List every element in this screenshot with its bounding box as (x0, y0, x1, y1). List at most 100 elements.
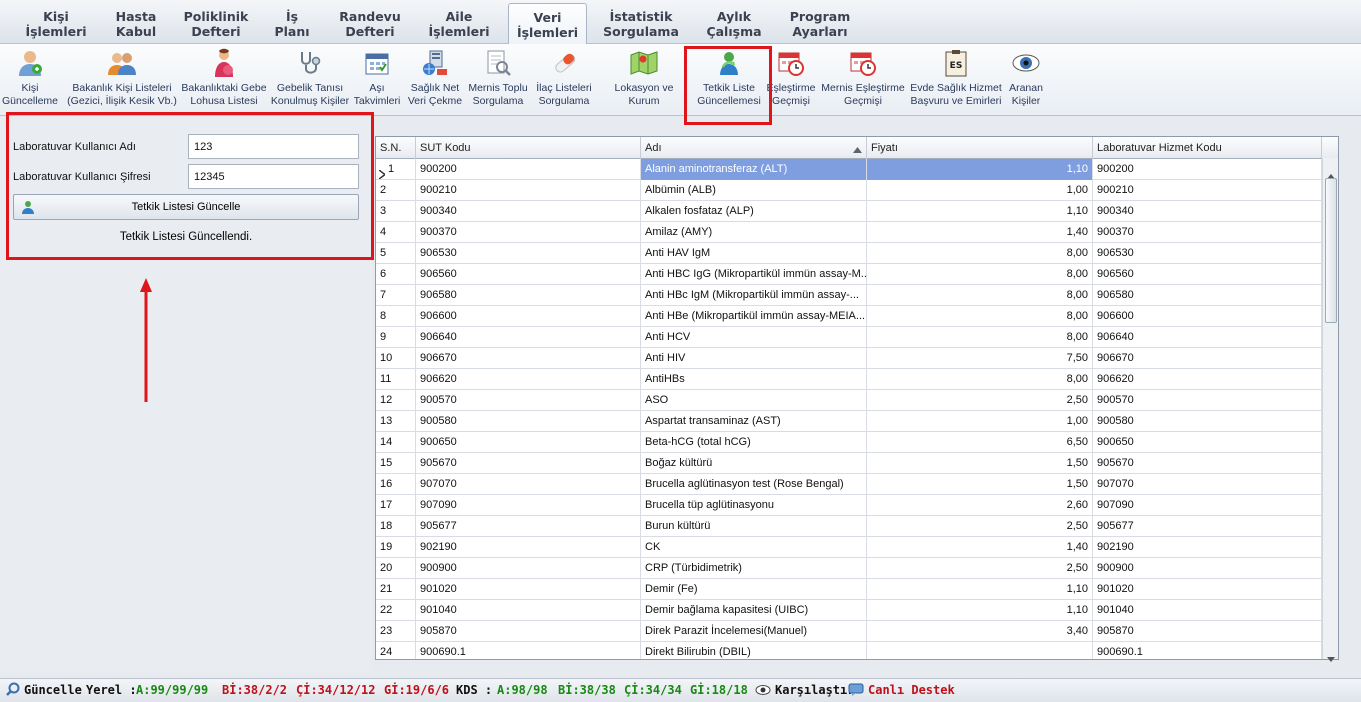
cell-lab-hizmet-kodu[interactable]: 901020 (1093, 579, 1322, 600)
saglik-net-veri-cekme-button[interactable]: Sağlık Net Veri Çekme (406, 48, 464, 108)
cell-sn[interactable]: 17 (376, 495, 416, 516)
table-row[interactable]: 4 900370 Amilaz (AMY) 1,40 900370 (376, 222, 1322, 243)
cell-fiyati[interactable]: 7,50 (867, 348, 1093, 369)
cell-fiyati[interactable]: 8,00 (867, 306, 1093, 327)
cell-adi[interactable]: Brucella aglütinasyon test (Rose Bengal) (641, 474, 867, 495)
table-row[interactable]: 24 900690.1 Direkt Bilirubin (DBIL) 900690.… (376, 642, 1322, 659)
cell-adi[interactable]: Beta-hCG (total hCG) (641, 432, 867, 453)
cell-sut-kodu[interactable]: 900370 (416, 222, 641, 243)
cell-adi[interactable]: Burun kültürü (641, 516, 867, 537)
table-row[interactable]: 19 902190 CK 1,40 902190 (376, 537, 1322, 558)
tab-is-plani[interactable]: İş Planı (262, 3, 322, 44)
cell-lab-hizmet-kodu[interactable]: 907090 (1093, 495, 1322, 516)
column-header-lab-hizmet-kodu[interactable]: Laboratuvar Hizmet Kodu (1093, 137, 1322, 159)
cell-adi[interactable]: Aspartat transaminaz (AST) (641, 411, 867, 432)
cell-fiyati[interactable]: 2,50 (867, 390, 1093, 411)
kisi-guncelleme-button[interactable]: Kişi Güncelleme (2, 48, 58, 108)
cell-sn[interactable]: 12 (376, 390, 416, 411)
cell-adi[interactable]: Boğaz kültürü (641, 453, 867, 474)
cell-fiyati[interactable]: 2,50 (867, 516, 1093, 537)
cell-adi[interactable]: Alkalen fosfataz (ALP) (641, 201, 867, 222)
tab-randevu-defteri[interactable]: Randevu Defteri (330, 3, 410, 44)
cell-sut-kodu[interactable]: 901040 (416, 600, 641, 621)
cell-adi[interactable]: Demir (Fe) (641, 579, 867, 600)
cell-adi[interactable]: CK (641, 537, 867, 558)
cell-fiyati[interactable] (867, 642, 1093, 659)
cell-fiyati[interactable]: 1,00 (867, 411, 1093, 432)
cell-sn[interactable]: 18 (376, 516, 416, 537)
cell-lab-hizmet-kodu[interactable]: 902190 (1093, 537, 1322, 558)
table-row[interactable]: 15 905670 Boğaz kültürü 1,50 905670 (376, 453, 1322, 474)
cell-sn[interactable]: 9 (376, 327, 416, 348)
table-row[interactable]: 10 906670 Anti HIV 7,50 906670 (376, 348, 1322, 369)
cell-sut-kodu[interactable]: 900570 (416, 390, 641, 411)
table-row[interactable]: 12 900570 ASO 2,50 900570 (376, 390, 1322, 411)
table-row[interactable]: 11 906620 AntiHBs 8,00 906620 (376, 369, 1322, 390)
table-row[interactable]: 17 907090 Brucella tüp aglütinasyonu 2,60 90… (376, 495, 1322, 516)
cell-adi[interactable]: AntiHBs (641, 369, 867, 390)
table-row[interactable]: 16 907070 Brucella aglütinasyon test (Rose… (376, 474, 1322, 495)
table-row[interactable]: 22 901040 Demir bağlama kapasitesi (UIBC) 1… (376, 600, 1322, 621)
tab-poliklinik-defteri[interactable]: Poliklinik Defteri (176, 3, 256, 44)
cell-adi[interactable]: CRP (Türbidimetrik) (641, 558, 867, 579)
cell-fiyati[interactable]: 8,00 (867, 264, 1093, 285)
cell-fiyati[interactable]: 1,10 (867, 579, 1093, 600)
cell-lab-hizmet-kodu[interactable]: 900580 (1093, 411, 1322, 432)
cell-fiyati[interactable]: 1,40 (867, 222, 1093, 243)
cell-sut-kodu[interactable]: 906620 (416, 369, 641, 390)
cell-adi[interactable]: Alanin aminotransferaz (ALT) (641, 159, 867, 180)
table-row[interactable]: 20 900900 CRP (Türbidimetrik) 2,50 900900 (376, 558, 1322, 579)
cell-sut-kodu[interactable]: 900580 (416, 411, 641, 432)
cell-sut-kodu[interactable]: 906530 (416, 243, 641, 264)
cell-sut-kodu[interactable]: 905677 (416, 516, 641, 537)
cell-sn[interactable]: 4 (376, 222, 416, 243)
password-field[interactable]: 12345 (188, 164, 359, 189)
tab-istatistik-sorgulama[interactable]: İstatistik Sorgulama (596, 3, 686, 44)
cell-lab-hizmet-kodu[interactable]: 906620 (1093, 369, 1322, 390)
tab-aile-islemleri[interactable]: Aile İşlemleri (418, 3, 500, 44)
username-field[interactable]: 123 (188, 134, 359, 159)
cell-adi[interactable]: Direk Parazit İncelemesi(Manuel) (641, 621, 867, 642)
cell-sn[interactable]: 6 (376, 264, 416, 285)
ilac-listeleri-sorgulama-button[interactable]: İlaç Listeleri Sorgulama (532, 48, 596, 108)
table-row[interactable]: 18 905677 Burun kültürü 2,50 905677 (376, 516, 1322, 537)
cell-sn[interactable]: 19 (376, 537, 416, 558)
table-row[interactable]: 5 906530 Anti HAV IgM 8,00 906530 (376, 243, 1322, 264)
tab-program-ayarlari[interactable]: Program Ayarları (780, 3, 860, 44)
cell-sut-kodu[interactable]: 900340 (416, 201, 641, 222)
update-list-button[interactable]: Tetkik Listesi Güncelle (13, 194, 359, 220)
cell-adi[interactable]: Anti HBc IgM (Mikropartikül immün assay-… (641, 285, 867, 306)
cell-sut-kodu[interactable]: 902190 (416, 537, 641, 558)
cell-sn[interactable]: 2 (376, 180, 416, 201)
cell-sut-kodu[interactable]: 900690.1 (416, 642, 641, 659)
grid-vertical-scrollbar[interactable] (1322, 158, 1338, 662)
cell-fiyati[interactable]: 1,50 (867, 453, 1093, 474)
cell-adi[interactable]: ASO (641, 390, 867, 411)
table-row[interactable]: 9 906640 Anti HCV 8,00 906640 (376, 327, 1322, 348)
cell-fiyati[interactable]: 8,00 (867, 285, 1093, 306)
cell-sut-kodu[interactable]: 900650 (416, 432, 641, 453)
cell-sut-kodu[interactable]: 905670 (416, 453, 641, 474)
cell-lab-hizmet-kodu[interactable]: 900200 (1093, 159, 1322, 180)
cell-adi[interactable]: Anti HIV (641, 348, 867, 369)
cell-sn[interactable]: 14 (376, 432, 416, 453)
lokasyon-kurum-listeleri-button[interactable]: Lokasyon ve Kurum Listeleri Sorgulama (598, 48, 690, 108)
cell-fiyati[interactable]: 1,10 (867, 600, 1093, 621)
cell-adi[interactable]: Direkt Bilirubin (DBIL) (641, 642, 867, 659)
cell-adi[interactable]: Brucella tüp aglütinasyonu (641, 495, 867, 516)
cell-lab-hizmet-kodu[interactable]: 901040 (1093, 600, 1322, 621)
cell-sn[interactable]: 8 (376, 306, 416, 327)
table-row[interactable]: 6 906560 Anti HBC IgG (Mikropartikül immün… (376, 264, 1322, 285)
cell-lab-hizmet-kodu[interactable]: 906580 (1093, 285, 1322, 306)
cell-adi[interactable]: Amilaz (AMY) (641, 222, 867, 243)
gebelik-tanisi-button[interactable]: Gebelik Tanısı Konulmuş Kişiler (270, 48, 350, 108)
update-link[interactable]: Güncelle (24, 683, 82, 697)
cell-fiyati[interactable]: 2,50 (867, 558, 1093, 579)
cell-sut-kodu[interactable]: 900900 (416, 558, 641, 579)
cell-sut-kodu[interactable]: 906560 (416, 264, 641, 285)
cell-lab-hizmet-kodu[interactable]: 907070 (1093, 474, 1322, 495)
test-list-grid[interactable]: S.N. SUT Kodu Adı Fiyatı Laboratuvar Hiz… (375, 136, 1339, 660)
cell-lab-hizmet-kodu[interactable]: 905670 (1093, 453, 1322, 474)
cell-fiyati[interactable]: 1,40 (867, 537, 1093, 558)
cell-sut-kodu[interactable]: 906600 (416, 306, 641, 327)
